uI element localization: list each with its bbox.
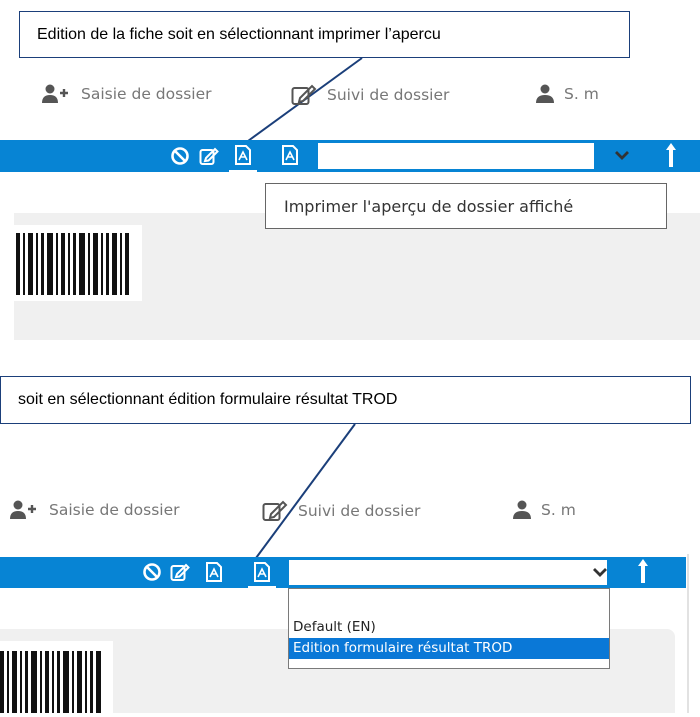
dropdown-option-default[interactable]: Default (EN) [289, 617, 609, 638]
barcode-icon [0, 651, 101, 713]
pdf-preview-icon[interactable] [203, 561, 225, 583]
active-tool-underline [229, 170, 257, 172]
tooltip-text: Imprimer l'aperçu de dossier affiché [284, 196, 574, 216]
nav-suivi-label-2: Suivi de dossier [298, 502, 421, 520]
upload-arrow-icon[interactable] [636, 558, 650, 588]
upload-arrow-icon[interactable] [664, 142, 678, 172]
barcode-image-2 [0, 641, 113, 713]
pdf-form-icon[interactable] [251, 561, 273, 583]
nav-user-2[interactable]: S. m [513, 500, 576, 520]
dropdown-option-trod[interactable]: Edition formulaire résultat TROD [289, 638, 609, 659]
document-select-bottom[interactable] [289, 560, 607, 585]
nav-user-label: S. m [564, 85, 599, 103]
nav-user-label-2: S. m [541, 501, 576, 519]
nav-saisie-de-dossier-2[interactable]: Saisie de dossier [9, 500, 179, 520]
nav-saisie-label-2: Saisie de dossier [49, 501, 180, 519]
tooltip-print-preview: Imprimer l'aperçu de dossier affiché [265, 183, 667, 229]
cancel-icon[interactable] [141, 561, 163, 583]
user-icon [513, 500, 531, 520]
user-plus-icon [41, 84, 71, 104]
document-select-top[interactable] [318, 143, 594, 169]
document-dropdown-list: Default (EN) Edition formulaire résultat… [288, 588, 610, 669]
edit-icon [262, 500, 288, 522]
nav-saisie-de-dossier[interactable]: Saisie de dossier [41, 84, 211, 104]
edit-icon[interactable] [169, 561, 191, 583]
nav-suivi-de-dossier-2[interactable]: Suivi de dossier [262, 500, 420, 522]
barcode-icon [16, 233, 129, 295]
edit-icon[interactable] [198, 145, 220, 167]
user-plus-icon [9, 500, 39, 520]
callout-connector-2 [255, 423, 356, 559]
callout-bottom-text: soit en sélectionnant édition formulaire… [18, 391, 398, 408]
edit-icon [291, 84, 317, 106]
right-edge-divider [687, 554, 689, 713]
callout-bottom: soit en sélectionnant édition formulaire… [0, 376, 691, 424]
cancel-icon[interactable] [169, 145, 191, 167]
nav-suivi-de-dossier[interactable]: Suivi de dossier [291, 84, 449, 106]
nav-user[interactable]: S. m [536, 84, 599, 104]
callout-top-text: Edition de la fiche soit en sélectionnan… [37, 25, 441, 43]
callout-top: Edition de la fiche soit en sélectionnan… [19, 11, 630, 58]
chevron-down-icon[interactable] [592, 566, 608, 578]
nav-suivi-label: Suivi de dossier [327, 86, 450, 104]
pdf-form-icon[interactable] [279, 144, 301, 166]
nav-saisie-label: Saisie de dossier [81, 85, 212, 103]
barcode-image [14, 225, 142, 301]
user-icon [536, 84, 554, 104]
pdf-preview-icon[interactable] [232, 144, 254, 166]
chevron-down-icon[interactable] [614, 149, 630, 161]
active-tool-underline [248, 586, 276, 588]
